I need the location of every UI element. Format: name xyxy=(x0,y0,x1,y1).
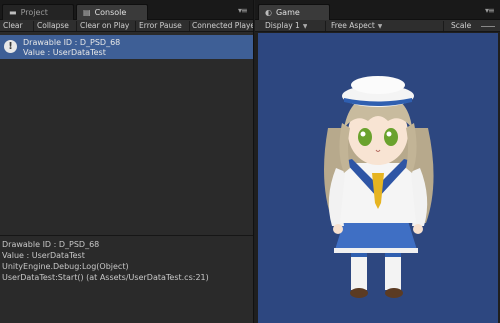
error-pause-button[interactable]: Error Pause xyxy=(139,20,182,32)
game-toolbar: Display 1 ▼ Free Aspect ▼ Scale xyxy=(255,20,500,32)
console-icon: ▤ xyxy=(83,8,91,17)
console-log-list[interactable]: ! Drawable ID : D_PSD_68 Value : UserDat… xyxy=(0,33,253,235)
aspect-dropdown[interactable]: Free Aspect ▼ xyxy=(331,20,382,32)
toolbar-divider xyxy=(33,21,34,31)
detail-line: UnityEngine.Debug:Log(Object) xyxy=(2,262,129,271)
tab-project-label: Project xyxy=(20,8,48,17)
chevron-down-icon: ▼ xyxy=(377,23,383,30)
clear-on-play-button[interactable]: Clear on Play xyxy=(80,20,129,32)
display-dropdown[interactable]: Display 1 ▼ xyxy=(265,20,307,32)
console-toolbar: Clear Collapse Clear on Play Error Pause… xyxy=(0,20,253,32)
game-panel: ◐ Game ▾≡ Display 1 ▼ Free Aspect ▼ Scale xyxy=(255,0,500,323)
console-tab-bar: ▬ Project ▤ Console ▾≡ xyxy=(0,0,253,20)
aspect-label: Free Aspect xyxy=(331,21,375,30)
clear-button[interactable]: Clear xyxy=(3,20,23,32)
tab-console[interactable]: ▤ Console xyxy=(76,4,148,20)
toolbar-divider xyxy=(325,21,326,31)
toolbar-divider xyxy=(135,21,136,31)
log-entry-line-1: Drawable ID : D_PSD_68 xyxy=(23,38,121,47)
collapse-button[interactable]: Collapse xyxy=(37,20,69,32)
connected-player-dropdown[interactable]: Connected Playe xyxy=(192,20,253,32)
display-label: Display 1 xyxy=(265,21,300,30)
sailor-character-illustration xyxy=(324,76,434,298)
panel-menu-icon[interactable]: ▾≡ xyxy=(485,6,495,15)
console-panel: ▬ Project ▤ Console ▾≡ Clear Collapse Clea… xyxy=(0,0,254,323)
game-viewport[interactable] xyxy=(258,33,498,323)
log-detail-area[interactable]: Drawable ID : D_PSD_68 Value : UserDataT… xyxy=(0,236,253,323)
toolbar-divider xyxy=(443,21,444,31)
stack-trace-link[interactable]: UserDataTest:Start() (at Assets/UserData… xyxy=(2,272,251,283)
panel-menu-icon[interactable]: ▾≡ xyxy=(238,6,248,15)
scale-label: Scale xyxy=(451,21,472,30)
tab-console-label[interactable]: Console xyxy=(95,8,127,17)
detail-line: Drawable ID : D_PSD_68 xyxy=(2,240,100,249)
tab-game-label: Game xyxy=(275,8,300,17)
game-controller-icon: ◐ xyxy=(265,8,272,17)
log-entry[interactable]: ! Drawable ID : D_PSD_68 Value : UserDat… xyxy=(0,35,253,59)
info-icon: ! xyxy=(4,40,17,53)
detail-line: Value : UserDataTest xyxy=(2,251,85,260)
tab-game[interactable]: ◐ Game xyxy=(258,4,330,20)
scale-slider[interactable] xyxy=(481,20,500,32)
log-entry-line-2: Value : UserDataTest xyxy=(23,48,106,57)
toolbar-divider xyxy=(189,21,190,31)
folder-icon: ▬ xyxy=(9,8,17,17)
chevron-down-icon: ▼ xyxy=(302,23,308,30)
tab-project[interactable]: ▬ Project xyxy=(2,4,74,20)
toolbar-divider xyxy=(76,21,77,31)
game-tab-bar: ◐ Game ▾≡ xyxy=(255,0,500,20)
